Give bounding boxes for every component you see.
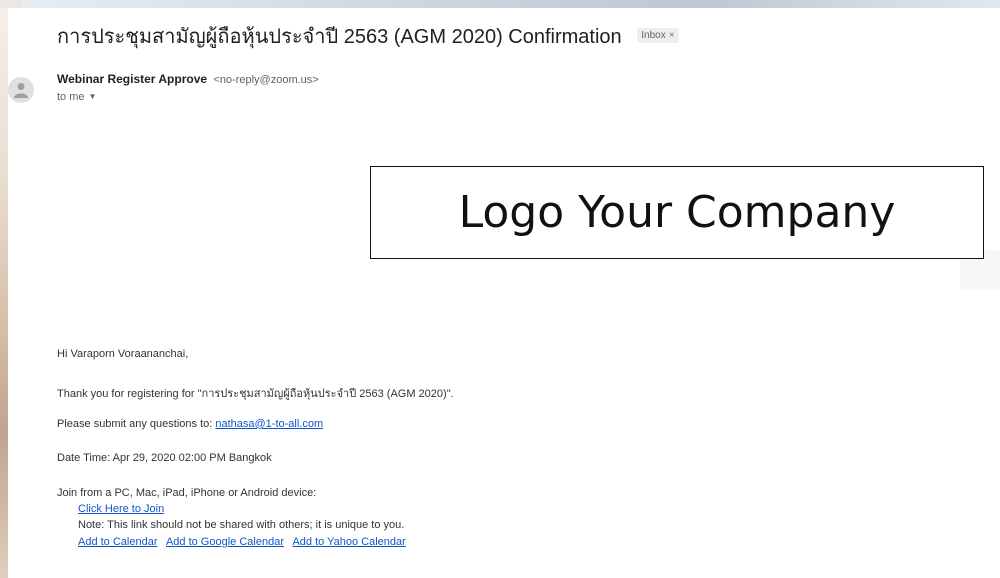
background-strip-top	[0, 0, 1000, 8]
subject-text: การประชุมสามัญผู้ถือหุ้นประจำปี 2563 (AG…	[57, 26, 622, 48]
questions-email-link[interactable]: nathasa@1-to-all.com	[215, 418, 323, 430]
sender-line: Webinar Register Approve <no-reply@zoom.…	[57, 72, 319, 86]
recipient-text: to me	[57, 91, 85, 103]
greeting-line: Hi Varaporn Voraananchai,	[57, 348, 189, 360]
join-link-line: Click Here to Join	[78, 503, 164, 515]
event-name: การประชุมสามัญผู้ถือหุ้นประจำปี 2563 (AG…	[201, 388, 447, 400]
caret-down-icon[interactable]: ▼	[89, 92, 97, 101]
sender-name[interactable]: Webinar Register Approve	[57, 72, 207, 86]
calendar-links: Add to Calendar Add to Google Calendar A…	[78, 536, 412, 548]
add-to-yahoo-calendar-link[interactable]: Add to Yahoo Calendar	[292, 536, 405, 548]
logo-text: Logo Your Company	[458, 187, 896, 238]
remove-label-icon[interactable]: ×	[669, 30, 675, 41]
datetime-line: Date Time: Apr 29, 2020 02:00 PM Bangkok	[57, 452, 272, 464]
inbox-label-badge[interactable]: Inbox ×	[637, 28, 679, 44]
add-to-calendar-link[interactable]: Add to Calendar	[78, 536, 158, 548]
avatar[interactable]	[8, 77, 34, 103]
click-here-to-join-link[interactable]: Click Here to Join	[78, 503, 164, 515]
email-subject: การประชุมสามัญผู้ถือหุ้นประจำปี 2563 (AG…	[57, 20, 679, 52]
note-line: Note: This link should not be shared wit…	[78, 519, 405, 531]
sender-email: <no-reply@zoom.us>	[213, 74, 319, 86]
company-logo-placeholder: Logo Your Company	[370, 166, 984, 259]
recipient-line[interactable]: to me ▼	[57, 91, 96, 103]
questions-line: Please submit any questions to: nathasa@…	[57, 418, 324, 430]
join-from-line: Join from a PC, Mac, iPad, iPhone or And…	[57, 487, 317, 499]
thanks-line: Thank you for registering for "การประชุม…	[57, 388, 454, 400]
add-to-google-calendar-link[interactable]: Add to Google Calendar	[166, 536, 284, 548]
person-icon	[14, 83, 28, 98]
